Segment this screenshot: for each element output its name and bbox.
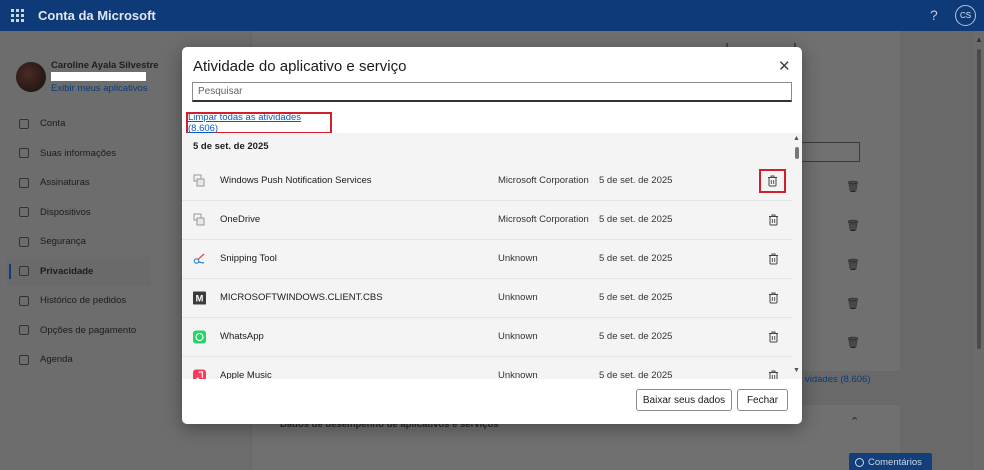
app-publisher: Unknown — [498, 292, 538, 303]
background-search-input — [801, 142, 860, 162]
feedback-label: Comentários — [868, 456, 922, 468]
sidebar-item-agenda[interactable]: Agenda — [7, 345, 151, 375]
sidebar-item-label: Segurança — [40, 236, 86, 248]
activity-date: 5 de set. de 2025 — [599, 175, 673, 186]
feedback-button[interactable]: Comentários — [849, 453, 932, 470]
app-publisher: Unknown — [498, 331, 538, 342]
svg-text:M: M — [196, 293, 204, 303]
app-name: WhatsApp — [220, 331, 264, 342]
app-name: Apple Music — [220, 370, 272, 379]
activity-rows: Windows Push Notification Services Micros… — [182, 162, 792, 379]
trash-icon: 🗑 — [846, 259, 860, 271]
lock-icon — [19, 266, 29, 277]
list-item: OneDrive Microsoft Corporation 5 de set. d… — [182, 201, 792, 240]
activity-dialog: Atividade do aplicativo e serviço ✕ Limp… — [182, 47, 802, 424]
whatsapp-icon — [193, 330, 206, 343]
activity-list: 5 de set. de 2025 Windows Push Notificat… — [182, 133, 802, 379]
shield-icon — [19, 236, 29, 247]
list-item: M MICROSOFTWINDOWS.CLIENT.CBS Unknown 5 de … — [182, 279, 792, 318]
clear-all-link[interactable]: Limpar todas as atividades (8.606) — [188, 112, 330, 134]
clear-all-highlight: Limpar todas as atividades (8.606) — [186, 112, 332, 134]
trash-icon[interactable] — [766, 251, 780, 266]
activity-date: 5 de set. de 2025 — [599, 331, 673, 342]
sidebar-item-seguranca[interactable]: Segurança — [7, 227, 151, 257]
list-item: Snipping Tool Unknown 5 de set. de 2025 — [182, 240, 792, 279]
date-header: 5 de set. de 2025 — [193, 141, 269, 152]
app-publisher: Microsoft Corporation — [498, 214, 589, 225]
activity-date: 5 de set. de 2025 — [599, 370, 673, 379]
sidebar-item-label: Dispositivos — [40, 206, 91, 218]
subscriptions-icon — [19, 177, 29, 188]
laptop-icon — [19, 207, 29, 218]
home-icon — [19, 118, 29, 129]
sidebar-item-dispositivos[interactable]: Dispositivos — [7, 198, 151, 228]
profile-name: Caroline Ayala Silvestre — [51, 60, 159, 71]
location-icon — [19, 354, 29, 365]
app-publisher: Unknown — [498, 253, 538, 264]
trash-icon: 🗑 — [846, 181, 860, 193]
trash-icon: 🗑 — [846, 220, 860, 232]
sidebar-item-label: Assinaturas — [40, 177, 90, 189]
trash-icon[interactable] — [766, 329, 780, 344]
trash-icon[interactable] — [766, 212, 780, 227]
sidebar-item-suas-informacoes[interactable]: Suas informações — [7, 139, 151, 169]
card-icon — [19, 325, 29, 336]
sidebar-item-opcoes-de-pagamento[interactable]: Opções de pagamento — [7, 316, 151, 346]
chat-bubble-icon — [855, 457, 864, 467]
generic-app-icon — [193, 174, 206, 187]
close-icon[interactable]: ✕ — [778, 59, 791, 74]
app-name: OneDrive — [220, 214, 261, 225]
activity-date: 5 de set. de 2025 — [599, 214, 673, 225]
sidebar-item-label: Agenda — [40, 354, 73, 366]
sidebar-item-assinaturas[interactable]: Assinaturas — [7, 168, 151, 198]
list-scrollbar[interactable]: ▲ ▼ — [791, 133, 802, 379]
trash-icon: 🗑 — [846, 298, 860, 310]
search-input[interactable] — [192, 82, 792, 102]
app-publisher: Unknown — [498, 370, 538, 379]
app-name: Snipping Tool — [220, 253, 277, 264]
chevron-up-icon: ⌃ — [850, 416, 860, 428]
activity-date: 5 de set. de 2025 — [599, 292, 673, 303]
apple-music-icon — [193, 369, 206, 379]
app-launcher-icon[interactable] — [11, 8, 25, 23]
sidebar-item-historico-de-pedidos[interactable]: Histórico de pedidos — [7, 286, 151, 316]
list-item: Windows Push Notification Services Micros… — [182, 162, 792, 201]
user-avatar[interactable]: CS — [955, 5, 976, 26]
cart-icon — [19, 295, 29, 306]
help-icon[interactable]: ? — [930, 7, 938, 23]
redacted-email — [51, 72, 146, 81]
trash-icon: 🗑 — [846, 337, 860, 349]
app-title[interactable]: Conta da Microsoft — [38, 8, 156, 23]
download-data-button[interactable]: Baixar seus dados — [636, 389, 732, 411]
close-button[interactable]: Fechar — [737, 389, 788, 411]
background-clear-link: vidades (8.606) — [805, 374, 871, 385]
list-item: WhatsApp Unknown 5 de set. de 2025 — [182, 318, 792, 357]
sidebar-item-label: Suas informações — [40, 147, 117, 159]
profile-photo — [16, 62, 46, 92]
m-letter-icon: M — [193, 291, 206, 304]
person-icon — [19, 148, 29, 159]
activity-date: 5 de set. de 2025 — [599, 253, 673, 264]
page-scrollbar[interactable]: ▲ — [974, 31, 984, 470]
view-apps-link[interactable]: Exibir meus aplicativos — [51, 83, 148, 94]
sidebar-item-label: Conta — [40, 118, 66, 130]
sidebar-item-conta[interactable]: Conta — [7, 109, 151, 139]
trash-icon[interactable] — [766, 368, 780, 379]
list-item: Apple Music Unknown 5 de set. de 2025 — [182, 357, 792, 379]
top-bar: Conta da Microsoft ? CS — [0, 0, 984, 31]
trash-icon[interactable] — [766, 290, 780, 305]
app-name: MICROSOFTWINDOWS.CLIENT.CBS — [220, 292, 383, 303]
sidebar-nav: Conta Suas informações Assinaturas Disposit… — [7, 109, 151, 375]
sidebar-item-label: Histórico de pedidos — [40, 295, 127, 307]
trash-icon[interactable] — [759, 169, 786, 193]
app-name: Windows Push Notification Services — [220, 175, 372, 186]
dialog-title: Atividade do aplicativo e serviço — [193, 58, 407, 75]
generic-app-icon — [193, 213, 206, 226]
app-publisher: Microsoft Corporation — [498, 175, 589, 186]
sidebar-item-label: Privacidade — [40, 265, 94, 277]
sidebar-item-privacidade[interactable]: Privacidade — [7, 256, 151, 286]
sidebar-item-label: Opções de pagamento — [40, 324, 137, 336]
snipping-tool-icon — [193, 252, 206, 265]
